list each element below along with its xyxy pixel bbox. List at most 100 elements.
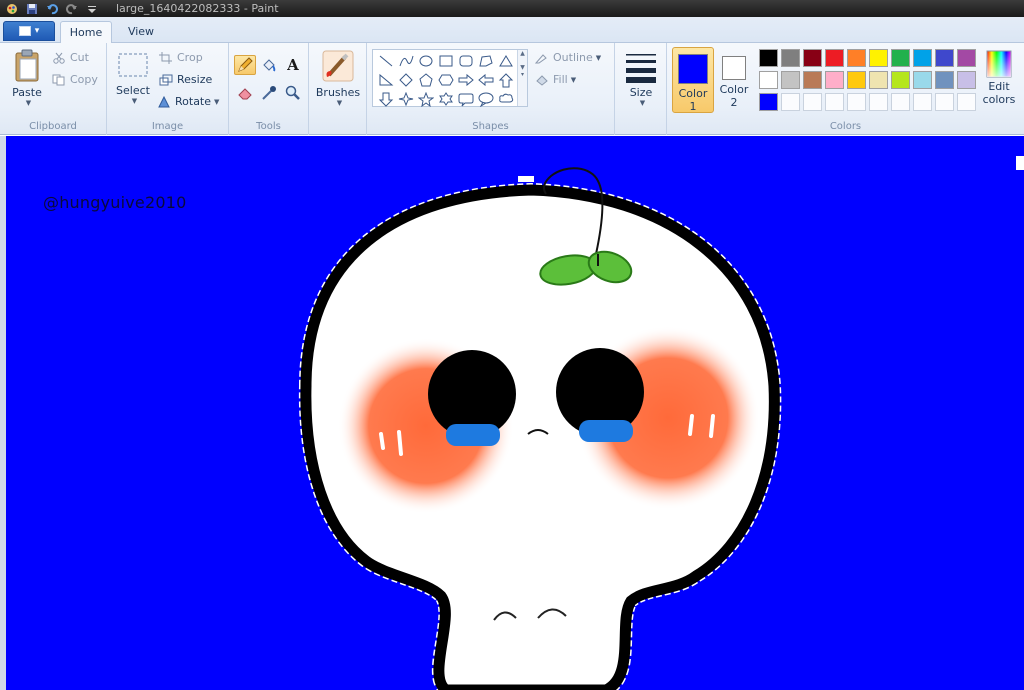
palette-color-swatch[interactable] bbox=[935, 71, 954, 89]
undo-icon[interactable] bbox=[44, 2, 60, 16]
edit-colors-button[interactable]: Edit colors bbox=[979, 49, 1019, 106]
palette-empty-swatch[interactable] bbox=[913, 93, 932, 111]
paint-menu-button[interactable]: ▾ bbox=[3, 21, 55, 41]
magnifier-tool[interactable] bbox=[282, 83, 304, 103]
palette-color-swatch[interactable] bbox=[913, 71, 932, 89]
four-point-star-shape-icon bbox=[398, 91, 413, 106]
tab-view[interactable]: View bbox=[118, 21, 164, 43]
paste-button[interactable]: Paste ▼ bbox=[6, 49, 48, 107]
palette-empty-swatch[interactable] bbox=[825, 93, 844, 111]
line-size-icon bbox=[626, 54, 656, 83]
brushes-button[interactable]: Brushes ▼ bbox=[315, 49, 361, 107]
color1-selector[interactable]: Color 1 bbox=[672, 47, 714, 113]
shape-rectangle[interactable] bbox=[436, 52, 455, 70]
palette-color-swatch[interactable] bbox=[781, 49, 800, 67]
select-button[interactable]: Select ▼ bbox=[113, 51, 153, 105]
palette-color-swatch[interactable] bbox=[759, 93, 778, 111]
shape-rounded-callout[interactable] bbox=[456, 90, 475, 108]
copy-button[interactable]: Copy bbox=[52, 73, 98, 86]
palette-empty-swatch[interactable] bbox=[935, 93, 954, 111]
shape-down-arrow[interactable] bbox=[376, 90, 395, 108]
line-shape-icon bbox=[379, 55, 392, 66]
shape-rounded-rectangle[interactable] bbox=[456, 52, 475, 70]
customize-toolbar-icon[interactable] bbox=[84, 2, 100, 16]
crop-button[interactable]: Crop bbox=[159, 51, 203, 64]
palette-color-swatch[interactable] bbox=[781, 71, 800, 89]
save-icon[interactable] bbox=[24, 2, 40, 16]
shape-hexagon[interactable] bbox=[436, 71, 455, 89]
palette-color-swatch[interactable] bbox=[957, 49, 976, 67]
fill-tool[interactable] bbox=[258, 55, 280, 75]
palette-color-swatch[interactable] bbox=[847, 49, 866, 67]
shape-pentagon[interactable] bbox=[416, 71, 435, 89]
color2-selector[interactable]: Color 2 bbox=[715, 47, 753, 113]
palette-color-swatch[interactable] bbox=[913, 49, 932, 67]
edit-colors-label: Edit bbox=[988, 80, 1010, 93]
resize-button[interactable]: Resize bbox=[159, 73, 212, 86]
brushes-label: Brushes bbox=[315, 86, 361, 99]
shape-up-arrow[interactable] bbox=[496, 71, 515, 89]
shape-right-triangle[interactable] bbox=[376, 71, 395, 89]
palette-empty-swatch[interactable] bbox=[869, 93, 888, 111]
shapes-group-label: Shapes bbox=[472, 121, 509, 132]
outline-button[interactable]: Outline ▼ bbox=[535, 51, 601, 64]
cut-button[interactable]: Cut bbox=[52, 51, 89, 64]
palette-color-swatch[interactable] bbox=[847, 71, 866, 89]
palette-color-swatch[interactable] bbox=[891, 71, 910, 89]
shape-polygon[interactable] bbox=[476, 52, 495, 70]
tools-group: A Tools bbox=[229, 43, 309, 135]
rotate-button[interactable]: Rotate ▼ bbox=[157, 95, 219, 108]
hexagon-shape-icon bbox=[437, 74, 454, 85]
palette-color-swatch[interactable] bbox=[803, 49, 822, 67]
scissors-icon bbox=[53, 52, 65, 64]
eraser-tool[interactable] bbox=[234, 83, 256, 103]
palette-color-swatch[interactable] bbox=[869, 49, 888, 67]
color1-number: 1 bbox=[689, 100, 697, 113]
redo-icon[interactable] bbox=[64, 2, 80, 16]
paint-app-icon[interactable] bbox=[4, 2, 20, 16]
palette-color-swatch[interactable] bbox=[891, 49, 910, 67]
shape-right-arrow[interactable] bbox=[456, 71, 475, 89]
shape-line[interactable] bbox=[376, 52, 395, 70]
shape-five-point-star[interactable] bbox=[416, 90, 435, 108]
palette-empty-swatch[interactable] bbox=[781, 93, 800, 111]
shape-six-point-star[interactable] bbox=[436, 90, 455, 108]
outline-label: Outline bbox=[553, 51, 593, 64]
palette-color-swatch[interactable] bbox=[803, 71, 822, 89]
magnifier-icon bbox=[285, 85, 300, 100]
palette-empty-swatch[interactable] bbox=[847, 93, 866, 111]
shape-oval[interactable] bbox=[416, 52, 435, 70]
size-button[interactable]: Size ▼ bbox=[621, 49, 661, 107]
diamond-shape-icon bbox=[398, 72, 413, 87]
resize-label: Resize bbox=[177, 73, 213, 86]
tab-home[interactable]: Home bbox=[60, 21, 112, 43]
down-arrow-shape-icon bbox=[378, 92, 393, 107]
palette-color-swatch[interactable] bbox=[935, 49, 954, 67]
text-tool[interactable]: A bbox=[282, 55, 304, 75]
color-picker-tool[interactable] bbox=[258, 83, 280, 103]
size-label: Size bbox=[629, 86, 653, 99]
shapes-scrollbar[interactable]: ▲ ▼ ▾ bbox=[517, 50, 527, 106]
shape-diamond[interactable] bbox=[396, 71, 415, 89]
palette-color-swatch[interactable] bbox=[869, 71, 888, 89]
size-dropdown-icon: ▼ bbox=[639, 99, 646, 107]
palette-color-swatch[interactable] bbox=[825, 49, 844, 67]
pencil-tool[interactable] bbox=[234, 55, 256, 75]
palette-empty-swatch[interactable] bbox=[891, 93, 910, 111]
shape-oval-callout[interactable] bbox=[476, 90, 495, 108]
shape-curve[interactable] bbox=[396, 52, 415, 70]
shape-triangle[interactable] bbox=[496, 52, 515, 70]
palette-color-swatch[interactable] bbox=[759, 49, 778, 67]
palette-color-swatch[interactable] bbox=[759, 71, 778, 89]
crop-icon bbox=[159, 51, 172, 64]
rotate-icon bbox=[158, 95, 170, 107]
palette-empty-swatch[interactable] bbox=[803, 93, 822, 111]
drawing-canvas[interactable]: @hungyuive2010 bbox=[6, 136, 1024, 690]
palette-color-swatch[interactable] bbox=[825, 71, 844, 89]
shape-left-arrow[interactable] bbox=[476, 71, 495, 89]
shape-cloud-callout[interactable] bbox=[496, 90, 515, 108]
palette-color-swatch[interactable] bbox=[957, 71, 976, 89]
fill-button[interactable]: Fill ▼ bbox=[535, 73, 576, 86]
palette-empty-swatch[interactable] bbox=[957, 93, 976, 111]
shape-four-point-star[interactable] bbox=[396, 90, 415, 108]
